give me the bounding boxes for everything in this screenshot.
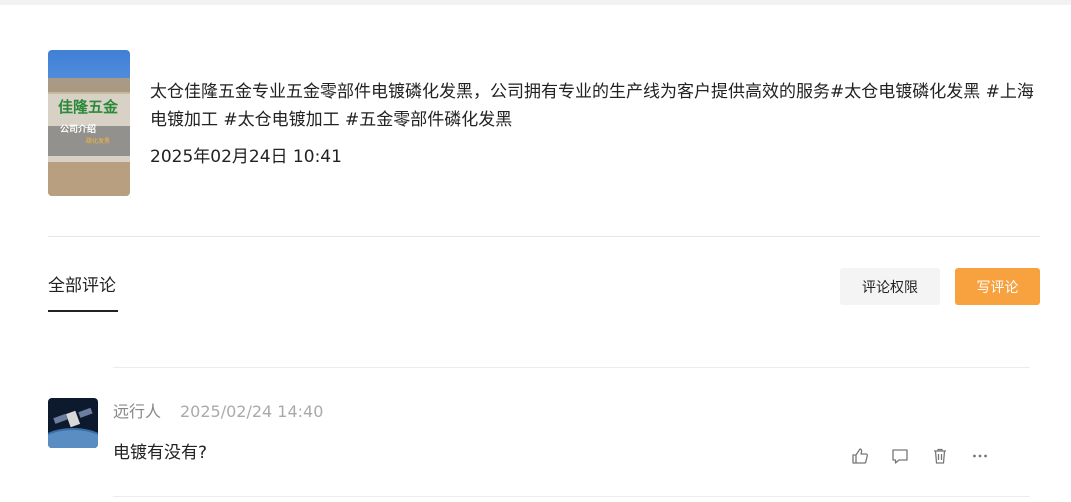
write-comment-button[interactable]: 写评论 <box>955 268 1040 305</box>
more-icon <box>973 454 987 458</box>
delete-button[interactable] <box>930 446 950 466</box>
reply-button[interactable] <box>890 446 910 466</box>
like-button[interactable] <box>850 446 870 466</box>
post-datetime: 2025年02月24日 10:41 <box>150 147 342 167</box>
thumbnail-sign-text: 佳隆五金 <box>58 98 119 116</box>
avatar[interactable] <box>48 398 98 448</box>
comment-permission-button[interactable]: 评论权限 <box>840 268 940 305</box>
comment-divider-bottom <box>113 496 1030 497</box>
thumbnail-sub: 磷化发黑 <box>86 137 110 145</box>
comment-date: 2025/02/24 14:40 <box>180 402 324 421</box>
tab-all-comments[interactable]: 全部评论 <box>48 273 116 299</box>
thumbs-up-icon <box>852 448 868 464</box>
comment-divider-top <box>113 367 1030 368</box>
more-button[interactable] <box>970 446 990 466</box>
post-thumbnail-image: 佳隆五金 公司介绍 磷化发黑 <box>48 50 130 196</box>
thumbnail-caption: 公司介绍 <box>60 123 96 135</box>
tab-active-underline <box>48 310 118 312</box>
section-divider <box>48 236 1040 237</box>
post-description: 太仓佳隆五金专业五金零部件电镀磷化发黑，公司拥有专业的生产线为客户提供高效的服务… <box>150 82 1034 130</box>
comment-icon <box>892 449 908 464</box>
post-thumbnail[interactable]: 佳隆五金 公司介绍 磷化发黑 <box>48 50 130 196</box>
trash-icon <box>934 448 946 464</box>
satellite-avatar-icon <box>48 398 98 448</box>
top-bar <box>0 0 1071 5</box>
comment-text: 电镀有没有? <box>113 443 208 463</box>
comment-username[interactable]: 远行人 <box>113 400 161 424</box>
